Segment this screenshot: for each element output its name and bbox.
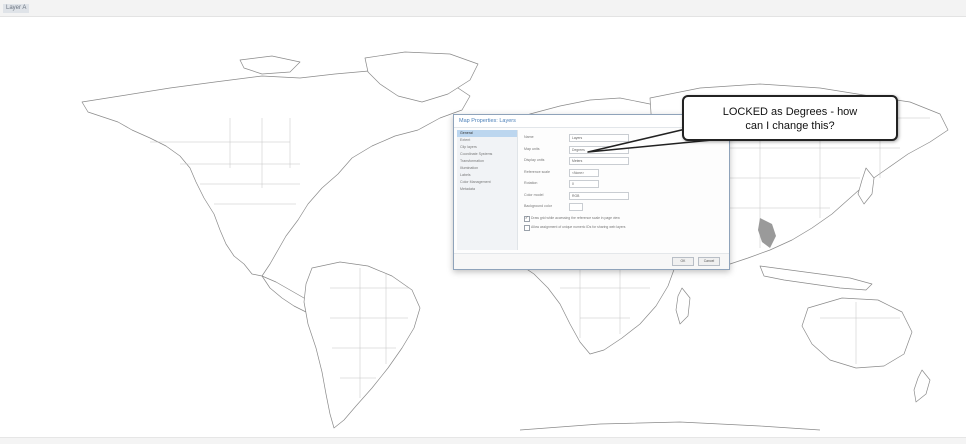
indonesia [759, 265, 873, 291]
field-row-background: Background color [524, 202, 724, 214]
name-label: Name [524, 135, 534, 139]
nav-item-color-management[interactable]: Color Management [457, 179, 517, 186]
dialog-footer: OK Cancel [454, 253, 729, 269]
checkbox-row-1: Allow assignment of unique numeric IDs f… [524, 225, 724, 237]
bottom-bar [0, 437, 966, 444]
nav-item-clip-layers[interactable]: Clip layers [457, 144, 517, 151]
reference-scale-label: Reference scale [524, 169, 550, 174]
layer-tab[interactable]: Layer A [3, 4, 30, 13]
cancel-button[interactable]: Cancel [698, 257, 720, 266]
ok-button[interactable]: OK [672, 257, 694, 266]
background-color-picker[interactable] [569, 203, 583, 211]
unique-ids-label: Allow assignment of unique numeric IDs f… [531, 225, 626, 229]
map-units-field[interactable]: Degrees [569, 145, 629, 154]
rotation-field[interactable]: 0 [569, 180, 599, 188]
nav-item-general[interactable]: General [457, 130, 517, 137]
field-row-display-units: Display units Meters [524, 156, 724, 168]
rotation-label: Rotation [524, 181, 538, 185]
field-row-color-model: Color model RGB [524, 191, 724, 203]
draw-grid-checkbox[interactable] [524, 215, 530, 222]
draw-grid-label: Draw grid while accessing the reference … [531, 215, 620, 220]
top-toolbar: Layer A [0, 0, 966, 17]
callout-line-1: LOCKED as Degrees - how [722, 106, 858, 118]
australia [801, 297, 913, 369]
nav-item-coordinate-systems[interactable]: Coordinate Systems [457, 151, 517, 158]
background-label: Background color [524, 204, 552, 208]
new-zealand [913, 369, 931, 403]
color-model-label: Color model [524, 192, 544, 197]
dialog-body: Name Layers Map units Degrees Display un… [524, 133, 724, 237]
color-model-dropdown[interactable]: RGB [569, 191, 629, 200]
north-america [81, 69, 471, 277]
madagascar [675, 287, 691, 325]
nav-item-labels[interactable]: Labels [457, 172, 517, 179]
nav-item-illumination[interactable]: Illumination [457, 165, 517, 172]
display-units-label: Display units [524, 158, 545, 162]
nav-item-extent[interactable]: Extent [457, 137, 517, 144]
antarctica [519, 421, 821, 431]
map-units-label: Map units [524, 146, 540, 151]
reference-scale-dropdown[interactable]: <None> [569, 168, 599, 177]
name-field[interactable]: Layers [569, 134, 629, 142]
arctic-islands [239, 55, 301, 75]
field-row-reference-scale: Reference scale <None> [524, 168, 724, 180]
checkbox-row-2: Draw grid while accessing the reference … [524, 214, 724, 226]
unique-ids-checkbox[interactable] [524, 225, 530, 231]
callout-line-2: can I change this? [745, 120, 835, 132]
nav-item-transformation[interactable]: Transformation [457, 158, 517, 165]
field-row-map-units: Map units Degrees [524, 145, 724, 157]
field-row-rotation: Rotation 0 [524, 179, 724, 191]
dialog-nav: General Extent Clip layers Coordinate Sy… [457, 130, 518, 250]
annotation-callout: LOCKED as Degrees - how can I change thi… [682, 95, 898, 141]
south-america [303, 261, 421, 429]
nav-item-metadata[interactable]: Metadata [457, 186, 517, 193]
display-units-dropdown[interactable]: Meters [569, 157, 629, 165]
